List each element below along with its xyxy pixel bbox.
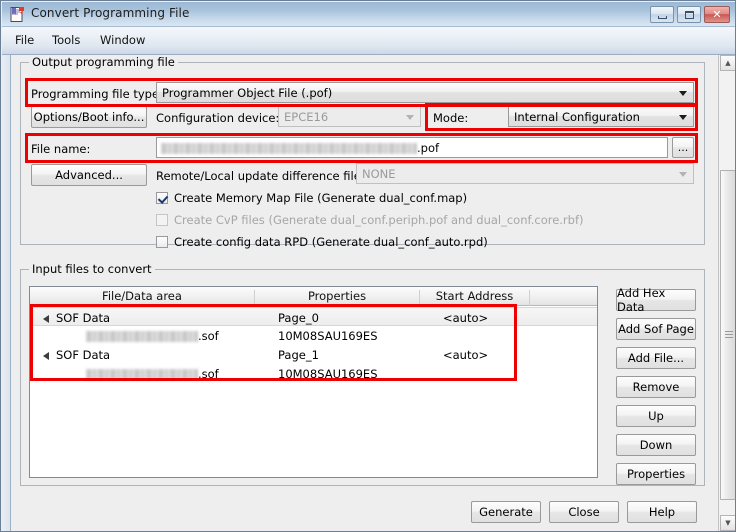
- redacted-filename: [86, 369, 198, 380]
- title-bar: Convert Programming File ✕: [2, 2, 736, 27]
- window-title: Convert Programming File: [31, 6, 189, 20]
- add-hex-data-button[interactable]: Add Hex Data: [616, 289, 696, 311]
- minimize-button[interactable]: [650, 6, 674, 23]
- column-header-extra[interactable]: [530, 290, 597, 306]
- chevron-down-icon: [679, 172, 687, 177]
- remove-button[interactable]: Remove: [616, 376, 696, 398]
- vertical-scrollbar[interactable]: ▲ ▼: [718, 55, 736, 532]
- scrollbar-grip-icon: [725, 331, 733, 338]
- chevron-down-icon: [679, 115, 687, 120]
- programming-file-type-combo[interactable]: Programmer Object File (.pof): [156, 82, 694, 103]
- output-group-title: Output programming file: [29, 55, 178, 69]
- chevron-down-icon: [406, 115, 414, 120]
- table-row[interactable]: SOF Data Page_0 <auto>: [30, 307, 597, 326]
- file-name-input[interactable]: .pof: [156, 137, 668, 158]
- file-name-value: .pof: [161, 141, 439, 155]
- row-file: SOF Data: [56, 348, 110, 362]
- row-properties: 10M08SAU169ES: [278, 367, 378, 381]
- create-memory-map-label: Create Memory Map File (Generate dual_co…: [174, 191, 467, 205]
- expand-triangle-icon[interactable]: [43, 352, 49, 360]
- scrollbar-thumb[interactable]: [720, 170, 736, 500]
- table-row[interactable]: .sof 10M08SAU169ES: [30, 364, 597, 383]
- configuration-device-value: EPCE16: [284, 110, 328, 124]
- create-memory-map-checkbox[interactable]: [156, 192, 168, 204]
- row-file: .sof: [86, 329, 219, 343]
- input-group-title: Input files to convert: [29, 262, 155, 276]
- column-header-properties[interactable]: Properties: [255, 290, 420, 306]
- row-file: SOF Data: [56, 311, 110, 325]
- expand-triangle-icon[interactable]: [43, 315, 49, 323]
- programming-file-type-label: Programming file type:: [31, 87, 163, 101]
- left-gutter: [2, 55, 11, 532]
- create-cvp-files-checkbox: [156, 214, 168, 226]
- mode-label: Mode:: [433, 111, 468, 125]
- configuration-device-label: Configuration device:: [156, 111, 279, 125]
- redacted-filename: [86, 331, 198, 342]
- convert-programming-file-window: Convert Programming File ✕ File Tools Wi…: [0, 0, 736, 532]
- file-name-suffix: .pof: [417, 141, 439, 155]
- create-cvp-files-label: Create CvP files (Generate dual_conf.per…: [174, 213, 584, 227]
- row-file: .sof: [86, 367, 219, 381]
- file-name-browse-button[interactable]: ...: [672, 137, 694, 158]
- mode-value: Internal Configuration: [514, 110, 640, 124]
- update-difference-file-value: NONE: [362, 167, 396, 181]
- scroll-up-icon[interactable]: ▲: [720, 55, 736, 71]
- row-file-suffix: .sof: [198, 329, 219, 343]
- down-button[interactable]: Down: [616, 434, 696, 456]
- mode-combo[interactable]: Internal Configuration: [508, 106, 694, 127]
- maximize-button[interactable]: [677, 6, 701, 23]
- minimize-icon: [651, 7, 673, 22]
- maximize-icon: [678, 7, 700, 22]
- add-file-button[interactable]: Add File...: [616, 347, 696, 369]
- add-sof-page-button[interactable]: Add Sof Page: [616, 318, 696, 340]
- row-properties: 10M08SAU169ES: [278, 329, 378, 343]
- redacted-path: [161, 143, 417, 154]
- column-header-file-data-area[interactable]: File/Data area: [30, 290, 255, 306]
- programming-file-type-value: Programmer Object File (.pof): [162, 86, 332, 100]
- configuration-device-combo[interactable]: EPCE16: [278, 106, 421, 127]
- close-dialog-button[interactable]: Close: [549, 501, 619, 523]
- close-icon: ✕: [705, 7, 729, 22]
- table-header-row: File/Data area Properties Start Address: [30, 287, 597, 306]
- column-header-start-address[interactable]: Start Address: [420, 290, 530, 306]
- row-properties: Page_0: [278, 311, 319, 325]
- create-config-data-rpd-label: Create config data RPD (Generate dual_co…: [174, 235, 488, 249]
- close-button[interactable]: ✕: [704, 6, 730, 23]
- properties-button[interactable]: Properties: [616, 463, 696, 485]
- menu-bar: File Tools Window Search altera.com: [2, 27, 736, 55]
- table-row[interactable]: SOF Data Page_1 <auto>: [30, 345, 597, 364]
- advanced-button[interactable]: Advanced...: [31, 164, 147, 186]
- row-properties: Page_1: [278, 348, 319, 362]
- generate-button[interactable]: Generate: [471, 501, 541, 523]
- row-start-address: <auto>: [443, 311, 488, 325]
- row-file-suffix: .sof: [198, 367, 219, 381]
- scroll-down-icon[interactable]: ▼: [720, 515, 736, 531]
- help-button[interactable]: Help: [627, 501, 697, 523]
- chevron-down-icon: [679, 91, 687, 96]
- update-difference-file-combo[interactable]: NONE: [356, 163, 694, 184]
- input-files-table[interactable]: File/Data area Properties Start Address …: [29, 286, 598, 478]
- row-start-address: <auto>: [443, 348, 488, 362]
- document-convert-icon: [9, 6, 26, 23]
- file-name-label: File name:: [31, 142, 90, 156]
- create-config-data-rpd-checkbox[interactable]: [156, 236, 168, 248]
- menu-item-file[interactable]: File: [10, 32, 39, 48]
- up-button[interactable]: Up: [616, 405, 696, 427]
- options-boot-info-button[interactable]: Options/Boot info...: [31, 106, 147, 128]
- table-row[interactable]: .sof 10M08SAU169ES: [30, 326, 597, 345]
- menu-item-window[interactable]: Window: [95, 32, 150, 48]
- update-difference-file-label: Remote/Local update difference file:: [156, 169, 365, 183]
- menu-item-tools[interactable]: Tools: [47, 32, 85, 48]
